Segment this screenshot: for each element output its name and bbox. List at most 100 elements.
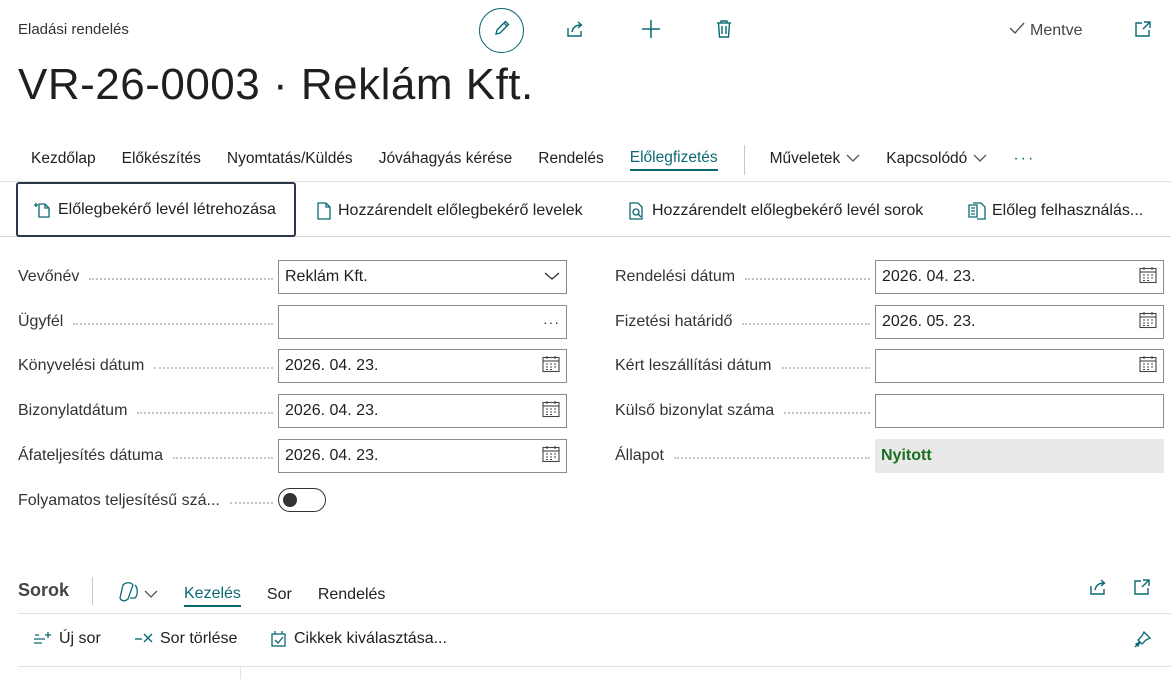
open-new-window-button[interactable] — [1128, 16, 1158, 46]
leader-dots — [745, 278, 870, 280]
open-in-new-icon — [1133, 19, 1153, 44]
tab-nyomtatas-kuldes[interactable]: Nyomtatás/Küldés — [227, 150, 353, 170]
action-tabs: Kezdőlap Előkészítés Nyomtatás/Küldés Jó… — [18, 145, 1061, 175]
saved-status: Mentve — [1008, 20, 1082, 41]
customer-name-caption: Vevőnév — [18, 268, 80, 285]
lines-section-title: Sorok — [18, 580, 70, 600]
documents-icon — [968, 202, 986, 220]
customer-label: Ügyfél — [18, 313, 273, 331]
lines-expand-button[interactable] — [1128, 575, 1156, 603]
divider — [18, 613, 1171, 614]
assigned-prepayment-letter-lines-button[interactable]: Hozzárendelt előlegbekérő levél sorok — [628, 200, 923, 222]
page-title: VR-26-0003 · Reklám Kft. — [18, 60, 534, 109]
lines-tab-sor[interactable]: Sor — [267, 586, 292, 606]
order-date-field[interactable]: 2026. 04. 23. — [875, 260, 1164, 294]
status-caption: Állapot — [615, 447, 664, 464]
tab-eloleg-fizetes[interactable]: Előlegfizetés — [629, 149, 718, 171]
leader-dots — [784, 412, 870, 414]
chevron-down-icon — [144, 586, 158, 604]
divider — [18, 666, 1171, 667]
status-label: Állapot — [615, 447, 870, 465]
posting-date-field[interactable]: 2026. 04. 23. — [278, 349, 567, 383]
assigned-prepayment-letters-button[interactable]: Hozzárendelt előlegbekérő levelek — [316, 200, 583, 222]
requested-delivery-date-field[interactable] — [875, 349, 1164, 383]
customer-caption: Ügyfél — [18, 313, 64, 330]
leader-dots — [172, 457, 273, 459]
saved-label: Mentve — [1030, 21, 1083, 39]
new-line-icon — [33, 630, 53, 648]
edit-button[interactable] — [479, 8, 524, 53]
status-value: Nyitott — [875, 439, 1164, 473]
document-date-field[interactable]: 2026. 04. 23. — [278, 394, 567, 428]
toggle-knob — [283, 492, 297, 507]
document-icon — [316, 202, 332, 220]
delete-button[interactable] — [709, 16, 739, 46]
new-button[interactable] — [636, 16, 666, 46]
tab-rendeles[interactable]: Rendelés — [538, 150, 604, 170]
external-document-no-field[interactable] — [875, 394, 1164, 428]
continuous-performance-toggle[interactable] — [278, 488, 326, 512]
create-prepayment-request-label: Előlegbekérő levél létrehozása — [58, 200, 276, 218]
share-icon — [565, 19, 585, 44]
lines-tab-kezeles[interactable]: Kezelés — [184, 585, 241, 607]
vat-date-value: 2026. 04. 23. — [285, 447, 379, 464]
calendar-icon[interactable] — [1139, 355, 1157, 378]
customer-name-field[interactable]: Reklám Kft. — [278, 260, 567, 294]
calendar-icon[interactable] — [1139, 266, 1157, 289]
pin-icon — [1132, 630, 1152, 655]
more-options-button[interactable]: ··· — [1013, 150, 1035, 170]
expand-icon — [1132, 577, 1152, 602]
document-search-icon — [628, 202, 646, 220]
calendar-icon[interactable] — [542, 355, 560, 378]
customer-field[interactable]: ··· — [278, 305, 567, 339]
document-date-caption: Bizonylatdátum — [18, 402, 128, 419]
calendar-icon[interactable] — [542, 445, 560, 468]
lines-tab-rendeles[interactable]: Rendelés — [318, 586, 386, 606]
continuous-performance-caption: Folyamatos teljesítésű szá... — [18, 492, 220, 509]
trash-icon — [715, 19, 733, 44]
calendar-icon[interactable] — [542, 400, 560, 423]
copilot-icon — [118, 582, 140, 607]
select-items-button[interactable]: Cikkek kiválasztása... — [270, 630, 447, 648]
due-date-label: Fizetési határidő — [615, 313, 870, 331]
create-prepayment-request-button[interactable]: Előlegbekérő levél létrehozása — [16, 182, 296, 237]
posting-date-label: Könyvelési dátum — [18, 357, 273, 375]
lookup-ellipsis-icon[interactable]: ··· — [543, 314, 560, 330]
new-line-label: Új sor — [59, 630, 101, 647]
tab-jovahagyas-kerese[interactable]: Jóváhagyás kérése — [379, 150, 513, 170]
tab-elokeszites[interactable]: Előkészítés — [122, 150, 201, 170]
customer-name-value: Reklám Kft. — [285, 268, 368, 285]
tab-kapcsolodo-dropdown[interactable]: Kapcsolódó — [886, 150, 987, 170]
select-items-label: Cikkek kiválasztása... — [294, 630, 447, 647]
delete-line-label: Sor törlése — [160, 630, 238, 647]
external-document-no-label: Külső bizonylat száma — [615, 402, 870, 420]
delete-line-button[interactable]: Sor törlése — [134, 630, 237, 648]
leader-dots — [229, 502, 273, 504]
chevron-down-icon — [973, 150, 987, 168]
vat-date-field[interactable]: 2026. 04. 23. — [278, 439, 567, 473]
calendar-icon[interactable] — [1139, 311, 1157, 334]
tab-muveletek-dropdown[interactable]: Műveletek — [770, 150, 861, 170]
vat-date-caption: Áfateljesítés dátuma — [18, 447, 163, 464]
chevron-down-icon[interactable] — [544, 268, 560, 286]
copilot-dropdown[interactable] — [118, 582, 158, 609]
due-date-field[interactable]: 2026. 05. 23. — [875, 305, 1164, 339]
posting-date-caption: Könyvelési dátum — [18, 357, 145, 374]
lines-share-button[interactable] — [1084, 575, 1112, 603]
plus-icon — [640, 18, 662, 45]
share-icon — [1088, 577, 1108, 602]
tab-kezdolap[interactable]: Kezdőlap — [31, 150, 96, 170]
pin-button[interactable] — [1128, 628, 1156, 656]
posting-date-value: 2026. 04. 23. — [285, 357, 379, 374]
continuous-performance-label: Folyamatos teljesítésű szá... — [18, 492, 273, 510]
prepayment-usage-label: Előleg felhasználás... — [992, 202, 1144, 219]
document-date-label: Bizonylatdátum — [18, 402, 273, 420]
leader-dots — [137, 412, 273, 414]
prepayment-usage-button[interactable]: Előleg felhasználás... — [968, 200, 1143, 222]
order-date-caption: Rendelési dátum — [615, 268, 736, 285]
external-document-no-caption: Külső bizonylat száma — [615, 402, 775, 419]
requested-delivery-date-label: Kért leszállítási dátum — [615, 357, 870, 375]
new-line-button[interactable]: Új sor — [33, 630, 101, 648]
pencil-icon — [492, 18, 512, 43]
share-button[interactable] — [560, 16, 590, 46]
